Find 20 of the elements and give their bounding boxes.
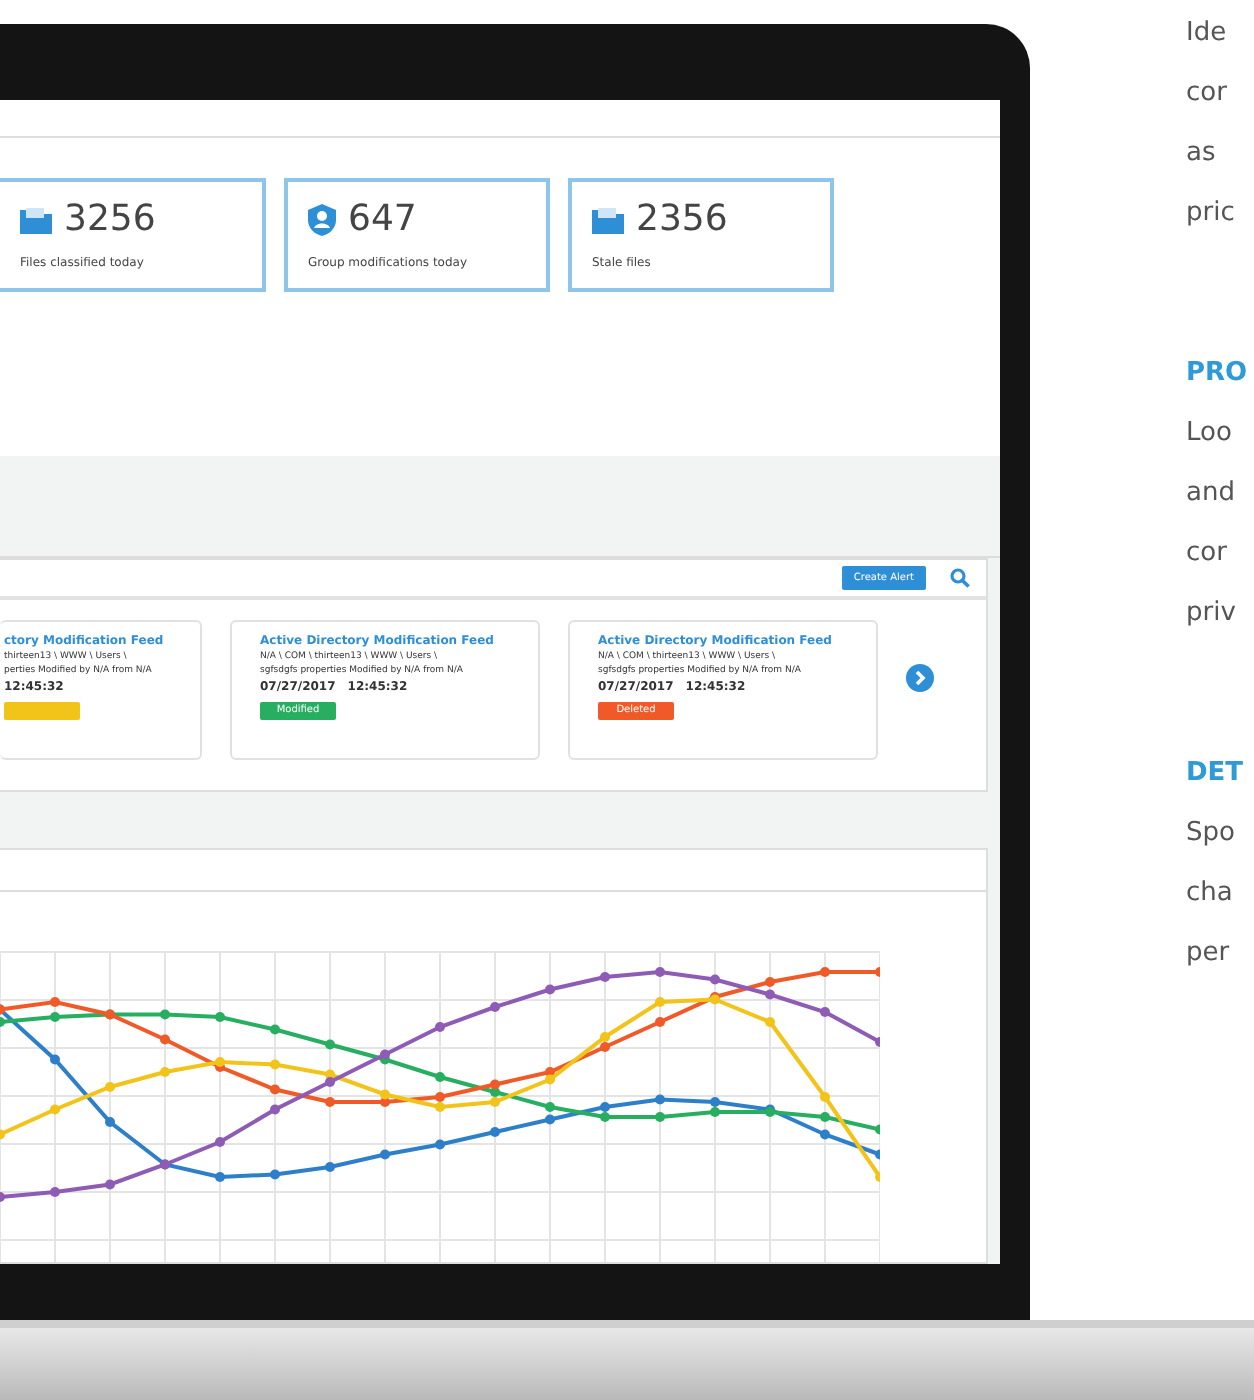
body-text: per bbox=[1186, 936, 1232, 972]
body-text: cor bbox=[1186, 536, 1229, 572]
body-text: priv bbox=[1186, 596, 1238, 632]
stat-value: 3256 bbox=[64, 198, 156, 240]
body-text: Spo bbox=[1186, 816, 1237, 852]
folder-icon bbox=[20, 205, 52, 233]
stat-value: 2356 bbox=[636, 198, 728, 240]
body-text: cor bbox=[1186, 76, 1229, 112]
stat-value: 647 bbox=[348, 198, 417, 240]
body-text: Loo bbox=[1186, 416, 1234, 452]
body-text: pric bbox=[1186, 196, 1237, 232]
body-text: and bbox=[1186, 476, 1237, 512]
shield-user-icon bbox=[308, 203, 336, 235]
section-heading: DET bbox=[1186, 756, 1246, 792]
body-text: Ide bbox=[1186, 16, 1229, 52]
body-text: as bbox=[1186, 136, 1218, 172]
section-heading: PRO bbox=[1186, 356, 1248, 392]
folder-icon bbox=[592, 205, 624, 233]
body-text: cha bbox=[1186, 876, 1235, 912]
search-icon[interactable] bbox=[950, 567, 970, 588]
